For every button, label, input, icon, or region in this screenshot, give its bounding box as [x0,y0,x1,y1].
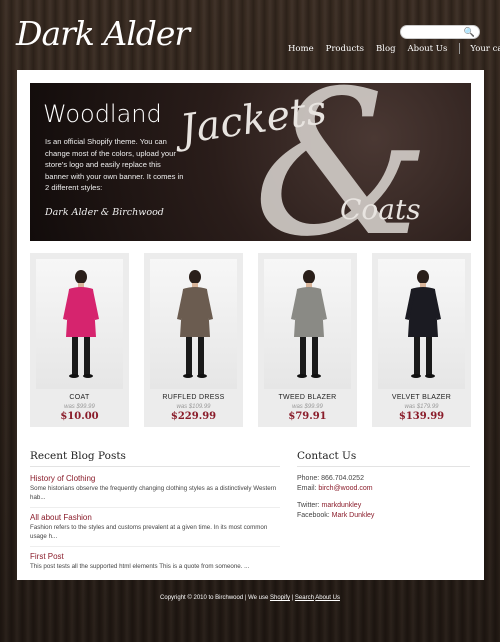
footer-copyright: Copyright © 2010 to Birchwood | We use [160,595,269,601]
main-nav: Home Products Blog About Us Your cart (0… [288,43,500,54]
contact-section-title: Contact Us [297,450,470,467]
facebook-link[interactable]: Mark Dunkley [332,512,375,519]
product-image[interactable] [378,259,465,389]
blog-post-title[interactable]: First Post [30,552,280,561]
twitter-link[interactable]: markdunkley [322,502,362,509]
product-was-price: was $99.99 [292,404,323,410]
blog-section-title: Recent Blog Posts [30,450,280,467]
blog-post-title[interactable]: All about Fashion [30,513,280,522]
email-link[interactable]: birch@wood.com [318,485,372,492]
hero-banner[interactable]: & Jackets Coats Woodland Is an official … [30,83,471,241]
search-input[interactable]: 🔍 [400,25,480,39]
model-figure [405,270,441,378]
nav-about-us[interactable]: About Us [408,44,448,54]
product-image[interactable] [150,259,237,389]
banner-coats-art: Coats [340,193,421,226]
twitter-label: Twitter: [297,502,320,509]
nav-blog[interactable]: Blog [376,44,396,54]
contact-us: Contact Us Phone: 866.704.0252 Email: bi… [297,450,470,521]
contact-email: Email: birch@wood.com [297,484,470,494]
footer-search-link[interactable]: Search [295,595,314,601]
product-card[interactable]: COAT was $99.99 $10.00 [30,253,129,427]
product-image[interactable] [36,259,123,389]
facebook-label: Facebook: [297,512,330,519]
model-figure [177,270,213,378]
product-price: $139.99 [398,411,445,422]
email-label: Email: [297,485,317,492]
product-price: $10.00 [60,411,99,422]
blog-post: First Post This post tests all the suppo… [30,552,280,577]
product-card[interactable]: VELVET BLAZER was $179.99 $139.99 [372,253,471,427]
page-content: & Jackets Coats Woodland Is an official … [17,70,484,580]
product-was-price: was $99.99 [64,404,95,410]
nav-cart[interactable]: Your cart (0) [470,44,500,54]
contact-facebook: Facebook: Mark Dunkley [297,511,470,521]
phone-value: 866.704.0252 [321,475,364,482]
banner-title: Woodland [43,100,162,128]
product-name: RUFFLED DRESS [162,394,225,401]
site-logo[interactable]: Dark Alder [16,14,190,53]
contact-twitter: Twitter: markdunkley [297,501,470,511]
blog-post: History of Clothing Some historians obse… [30,474,280,509]
footer-about-link[interactable]: About Us [315,595,340,601]
blog-post-excerpt: Some historians observe the frequently c… [30,485,277,501]
banner-text: Is an official Shopify theme. You can ch… [45,137,184,192]
product-was-price: was $179.99 [404,404,439,410]
product-image[interactable] [264,259,351,389]
footer: Copyright © 2010 to Birchwood | We use S… [0,595,500,601]
search-icon[interactable]: 🔍 [464,27,475,38]
nav-products[interactable]: Products [326,44,364,54]
phone-label: Phone: [297,475,320,482]
model-figure [63,270,99,378]
blog-post-excerpt: Fashion refers to the styles and customs… [30,524,268,540]
product-card[interactable]: RUFFLED DRESS was $109.99 $229.99 [144,253,243,427]
blog-post-excerpt: This post tests all the supported html e… [30,563,250,571]
nav-home[interactable]: Home [288,44,314,54]
banner-signature: Dark Alder & Birchwood [45,207,164,218]
contact-spacer [297,494,470,501]
product-name: TWEED BLAZER [278,394,337,401]
product-price: $79.91 [288,411,327,422]
recent-blog-posts: Recent Blog Posts History of Clothing So… [30,450,280,582]
footer-shopify-link[interactable]: Shopify [270,595,290,601]
product-price: $229.99 [170,411,217,422]
blog-post-title[interactable]: History of Clothing [30,474,280,483]
product-card[interactable]: TWEED BLAZER was $99.99 $79.91 [258,253,357,427]
model-figure [291,270,327,378]
blog-post: All about Fashion Fashion refers to the … [30,513,280,548]
product-was-price: was $109.99 [176,404,211,410]
footer-separator: | [291,595,294,601]
product-name: COAT [69,394,90,401]
product-name: VELVET BLAZER [391,394,452,401]
contact-phone: Phone: 866.704.0252 [297,474,470,484]
product-grid: COAT was $99.99 $10.00 RUFFLED DRESS was… [30,253,471,427]
nav-divider [459,43,461,54]
